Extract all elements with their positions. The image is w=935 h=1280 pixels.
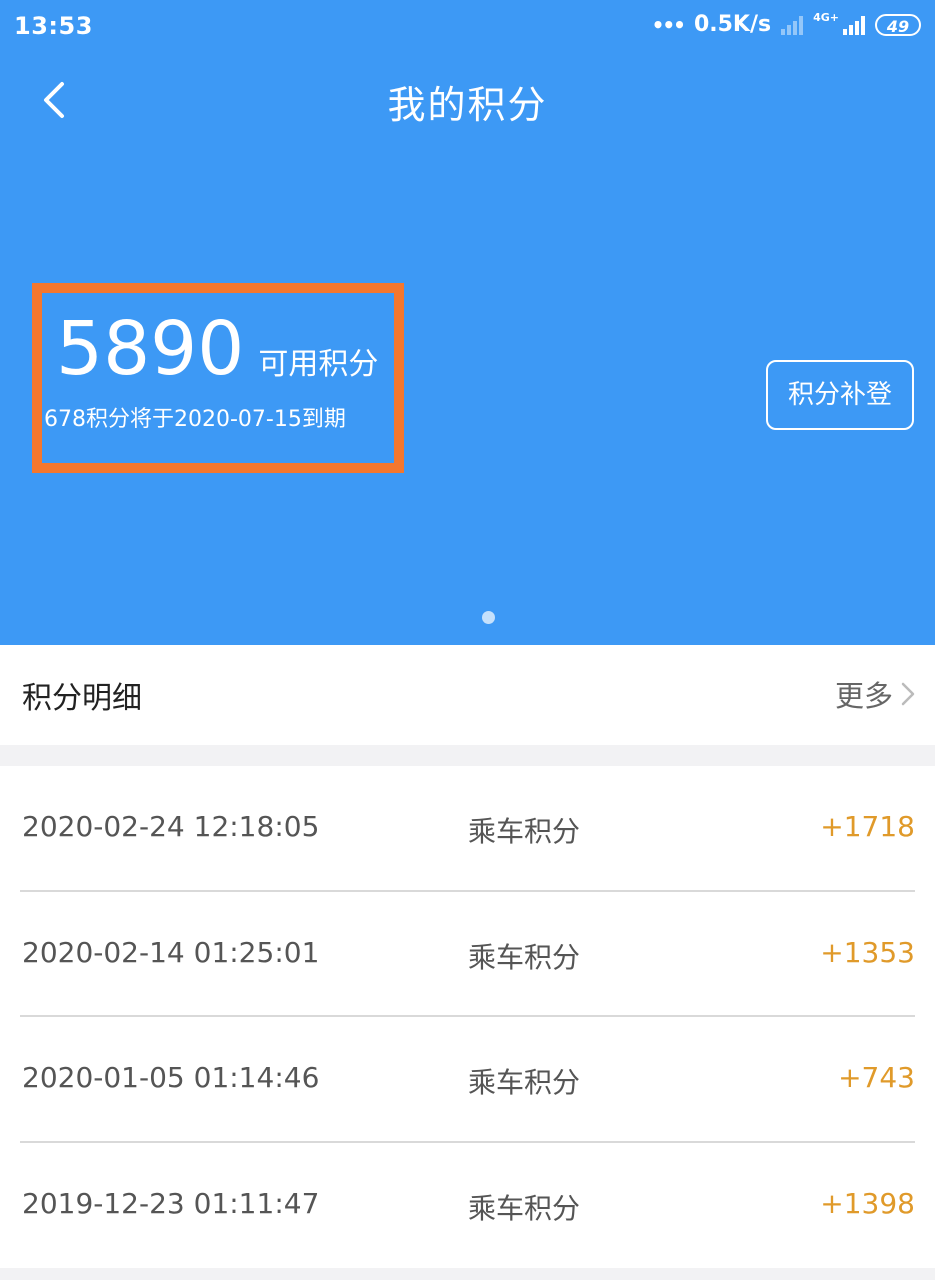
status-bar: 13:53 ••• 0.5K/s 4G+ 49 <box>0 0 935 54</box>
chevron-right-icon <box>901 682 915 706</box>
more-label: 更多 <box>834 679 893 713</box>
record-time: 2020-01-05 01:14:46 <box>22 1061 320 1094</box>
nav-bar: 我的积分 <box>0 60 935 144</box>
status-indicators: ••• 0.5K/s 4G+ 49 <box>652 12 921 37</box>
more-link[interactable]: 更多 <box>835 673 915 715</box>
status-time: 13:53 <box>14 12 93 40</box>
table-row[interactable]: 2020-02-24 12:18:05 乘车积分 +1718 <box>20 766 915 892</box>
table-row[interactable]: 2019-12-23 01:11:47 乘车积分 +1398 <box>20 1143 915 1269</box>
record-points: +1718 <box>820 810 915 843</box>
record-time: 2020-02-14 01:25:01 <box>22 935 320 969</box>
more-dots-icon: ••• <box>651 12 686 37</box>
points-value: 5890 <box>56 306 245 392</box>
network-speed: 0.5K/s <box>693 12 772 37</box>
page-title: 我的积分 <box>387 83 548 127</box>
battery-icon: 49 <box>875 13 921 36</box>
table-row[interactable]: 2020-02-14 01:25:01 乘车积分 +1353 <box>20 892 915 1017</box>
cell-signal-icon <box>843 15 865 35</box>
record-points: +743 <box>838 1061 915 1094</box>
record-time: 2020-02-24 12:18:05 <box>22 810 320 843</box>
record-type: 乘车积分 <box>468 940 581 974</box>
pager-dot <box>482 611 495 624</box>
record-type: 乘车积分 <box>468 1191 581 1225</box>
record-points: +1398 <box>820 1186 915 1220</box>
network-type: 4G+ <box>813 11 839 24</box>
points-main: 5890 可用积分 <box>56 309 378 389</box>
record-type: 乘车积分 <box>468 815 581 848</box>
record-time: 2019-12-23 01:11:47 <box>22 1186 320 1220</box>
points-summary: 5890 可用积分 678积分将于2020-07-15到期 <box>32 283 404 473</box>
points-label: 可用积分 <box>258 347 379 382</box>
points-hero: 13:53 ••• 0.5K/s 4G+ 49 我的积分 5890 可用积分 6… <box>0 0 935 645</box>
points-detail-header: 积分明细 更多 <box>0 645 935 745</box>
points-detail-title: 积分明细 <box>22 681 142 716</box>
record-type: 乘车积分 <box>468 1066 581 1099</box>
record-points: +1353 <box>820 935 915 969</box>
points-record-list: 2020-02-24 12:18:05 乘车积分 +1718 2020-02-1… <box>0 766 935 1268</box>
table-row[interactable]: 2020-01-05 01:14:46 乘车积分 +743 <box>20 1017 915 1143</box>
points-expiry-note: 678积分将于2020-07-15到期 <box>44 407 346 432</box>
points-makeup-button[interactable]: 积分补登 <box>766 360 914 430</box>
wifi-signal-icon <box>781 15 804 35</box>
